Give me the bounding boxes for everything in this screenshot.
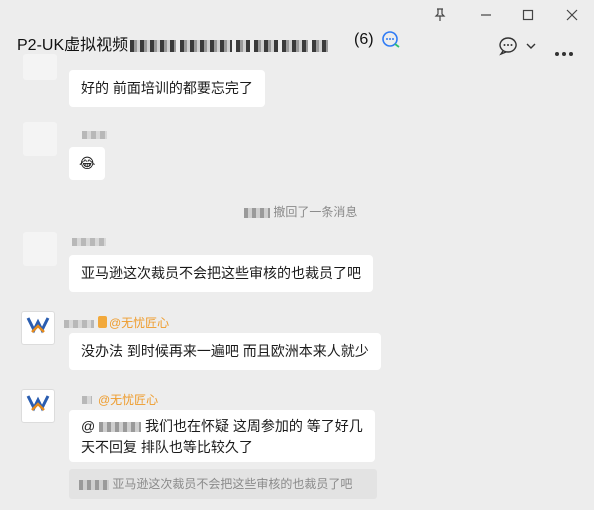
chat-header: P2-UK虚拟视频 (6) [0,28,594,60]
avatar[interactable] [23,54,57,80]
nickname-mosaic [82,131,107,139]
nickname-mosaic [72,238,106,246]
title-mosaic [254,39,279,52]
avatar[interactable] [23,232,57,266]
maximize-icon[interactable] [516,4,540,26]
chat-edit-icon[interactable] [381,29,401,52]
nickname-mosaic [64,320,94,328]
quoted-message[interactable]: 亚马逊这次裁员不会把这些审核的也裁员了吧 [69,469,377,499]
title-mosaic [130,39,177,52]
system-message-text: 撤回了一条消息 [273,205,358,219]
title-mosaic [282,39,309,52]
badge-icon [98,316,107,328]
message-line: @ 我们也在怀疑 这周参加的 等了好几 [81,418,363,434]
sender-nickname[interactable]: @无忧匠心 [98,391,158,408]
logo-icon [26,317,50,334]
more-icon[interactable] [554,44,574,60]
avatar[interactable] [23,122,57,156]
recall-user-mosaic [244,207,270,218]
message-line: 天不回复 排队也等比较久了 [81,439,253,455]
member-count: (6) [354,31,374,48]
laughing-emoji-icon: 😂 [79,155,96,171]
title-mosaic [312,39,329,52]
quote-sender-mosaic [79,479,109,490]
message-bubble[interactable]: @ 我们也在怀疑 这周参加的 等了好几 天不回复 排队也等比较久了 [69,410,375,462]
avatar[interactable] [21,389,55,423]
emoji-bubble[interactable]: 😂 [69,147,106,180]
sender-nickname[interactable]: @无忧匠心 [98,314,169,331]
close-icon[interactable] [560,4,584,26]
pin-icon[interactable] [428,4,452,26]
mention-prefix: @ [81,418,96,434]
quote-text: 亚马逊这次裁员不会把这些审核的也裁员了吧 [112,477,353,491]
message-bubble[interactable]: 没办法 到时候再来一遍吧 而且欧洲本来人就少 [69,333,381,370]
chat-title-text: P2-UK虚拟视频 [17,37,129,54]
message-bubble[interactable]: 亚马逊这次裁员不会把这些审核的也裁员了吧 [69,255,373,292]
title-mosaic [180,39,233,52]
avatar[interactable] [21,311,55,345]
nickname-mosaic [82,396,92,404]
minimize-icon[interactable] [474,4,498,26]
message-bubble[interactable]: 好的 前面培训的都要忘完了 [69,70,265,107]
chat-info-button[interactable] [498,36,536,59]
system-message: 撤回了一条消息 [244,203,357,220]
title-mosaic [236,39,251,52]
logo-icon [26,395,50,412]
chat-title: P2-UK虚拟视频 [17,31,330,55]
window-titlebar [0,0,594,28]
mention-mosaic [99,422,142,433]
